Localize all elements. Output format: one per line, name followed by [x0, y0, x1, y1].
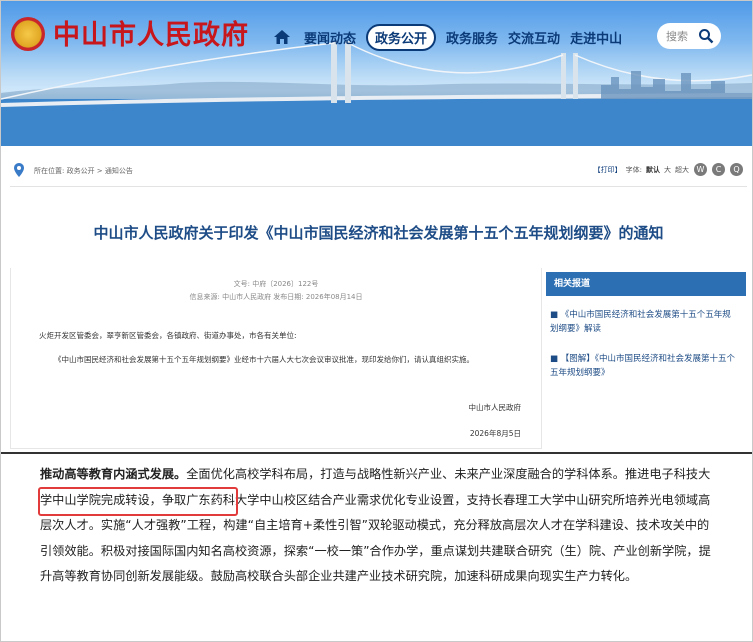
document-number: 文号: 中府〔2026〕122号	[233, 280, 319, 288]
nav-item-interaction[interactable]: 交流互动	[508, 28, 560, 47]
article-lead: 推动高等教育内涵式发展。	[40, 467, 187, 481]
nav-item-news[interactable]: 要闻动态	[304, 28, 356, 47]
document-date: 2026年8月5日	[469, 429, 521, 438]
related-item-label[interactable]: 《中山市国民经济和社会发展第十五个五年规划纲要》解读	[550, 310, 731, 334]
related-item[interactable]: ■ 《中山市国民经济和社会发展第十五个五年规划纲要》解读	[550, 308, 736, 336]
main-nav: 要闻动态 政务公开 政务服务 交流互动 走进中山	[273, 23, 627, 51]
breadcrumb[interactable]: 所在位置: 政务公开 > 通知公告	[34, 166, 133, 176]
highlight-box	[38, 487, 238, 516]
related-item-label[interactable]: 【图解】《中山市国民经济和社会发展第十五个五年规划纲要》	[550, 354, 735, 378]
weibo-share-icon[interactable]: W	[694, 163, 707, 176]
document-panel: 文号: 中府〔2026〕122号 信息来源: 中山市人民政府 发布日期: 202…	[10, 268, 542, 449]
qzone-share-icon[interactable]: Q	[730, 163, 743, 176]
font-large-button[interactable]: 大	[664, 165, 671, 175]
divider	[10, 186, 747, 187]
document-body: 《中山市国民经济和社会发展第十五个五年规划纲要》业经市十六届人大七次会议审议批准…	[54, 355, 474, 364]
home-icon[interactable]	[273, 28, 291, 46]
related-heading: 相关报道	[546, 272, 746, 296]
search-placeholder: 搜索	[666, 30, 688, 43]
document-signature: 中山市人民政府	[468, 403, 522, 412]
related-reports: 相关报道 ■ 《中山市国民经济和社会发展第十五个五年规划纲要》解读 ■ 【图解】…	[546, 272, 746, 378]
emblem-icon	[11, 17, 45, 51]
article-excerpt: 推动高等教育内涵式发展。全面优化高校学科布局，打造与战略性新兴产业、未来产业深度…	[40, 462, 720, 590]
wechat-share-icon[interactable]: C	[712, 163, 725, 176]
nav-item-about[interactable]: 走进中山	[570, 28, 622, 47]
site-title[interactable]: 中山市人民政府	[53, 13, 249, 52]
related-item[interactable]: ■ 【图解】《中山市国民经济和社会发展第十五个五年规划纲要》	[550, 352, 736, 380]
bullet-icon: ■	[550, 310, 561, 320]
document-meta: 信息来源: 中山市人民政府 发布日期: 2026年08月14日	[189, 293, 363, 301]
location-pin-icon	[14, 163, 24, 177]
article-text-1: 全面优化高校学科布局，打造与战略性新兴产业、未来产业深度融合的学科体系。推进	[186, 467, 650, 481]
print-button[interactable]: 【打印】	[594, 165, 622, 175]
search-icon[interactable]	[698, 28, 714, 44]
font-xlarge-button[interactable]: 超大	[675, 165, 689, 175]
font-size-label: 字体:	[625, 165, 642, 174]
page-title: 中山市人民政府关于印发《中山市国民经济和社会发展第十五个五年规划纲要》的通知	[93, 224, 664, 242]
document-addressees: 火炬开发区管委会，翠亨新区管委会，各镇政府、街道办事处，市各有关单位:	[39, 331, 297, 340]
article-paragraph: 推动高等教育内涵式发展。全面优化高校学科布局，打造与战略性新兴产业、未来产业深度…	[40, 462, 720, 590]
bullet-icon: ■	[550, 354, 561, 364]
font-default-button[interactable]: 默认	[646, 165, 660, 175]
breadcrumb-bar: 所在位置: 政务公开 > 通知公告 【打印】 字体: 默认 大 超大 W C Q	[10, 160, 747, 184]
site-header: 中山市人民政府 要闻动态 政务公开 政务服务 交流互动 走进中山 搜索	[1, 1, 752, 146]
search-input[interactable]: 搜索	[657, 23, 721, 49]
nav-item-gov-affairs[interactable]: 政务公开	[366, 23, 437, 51]
article-tools: 【打印】 字体: 默认 大 超大 W C Q	[590, 163, 743, 176]
section-divider	[1, 452, 752, 454]
nav-item-services[interactable]: 政务服务	[446, 28, 498, 47]
